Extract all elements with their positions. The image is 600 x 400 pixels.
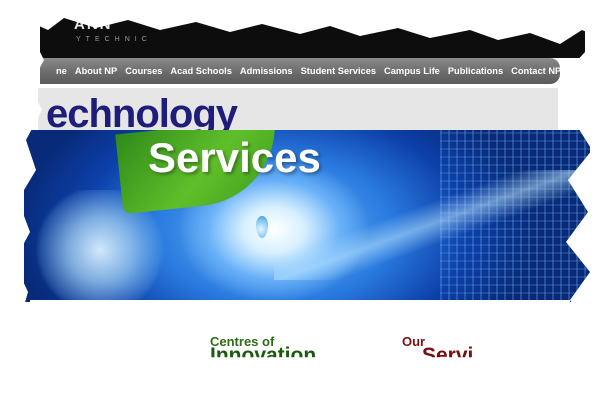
nav-item-publications[interactable]: Publications: [448, 66, 503, 76]
nav-item-student-services[interactable]: Student Services: [301, 66, 376, 76]
nav-item-contact[interactable]: Contact NP: [511, 66, 561, 76]
hero-banner: Services: [24, 130, 590, 302]
nav-item-campus-life[interactable]: Campus Life: [384, 66, 440, 76]
nav-item-admissions[interactable]: Admissions: [240, 66, 293, 76]
site-logo-text[interactable]: ANN: [74, 16, 113, 33]
content-area: [30, 300, 570, 320]
page-title: echnology: [46, 92, 238, 136]
our-heading-line1[interactable]: Our: [402, 334, 425, 349]
nav-item-acad-schools[interactable]: Acad Schools: [170, 66, 231, 76]
nav-item-about[interactable]: About NP: [75, 66, 117, 76]
hero-water-drop-image: [256, 216, 268, 238]
site-logo-subtext: YTECHNIC: [76, 36, 152, 43]
hero-light-stream: [274, 170, 584, 280]
nav-item-courses[interactable]: Courses: [125, 66, 162, 76]
main-nav: ne About NP Courses Acad Schools Admissi…: [40, 58, 561, 84]
nav-item-home[interactable]: ne: [56, 66, 67, 76]
screenshot-frame: ANN YTECHNIC ne About NP Courses Acad Sc…: [0, 0, 600, 400]
our-heading-line2[interactable]: Servi: [422, 344, 473, 357]
centres-heading-line2[interactable]: Innovation: [210, 344, 316, 357]
hero-title: Services: [148, 134, 321, 181]
